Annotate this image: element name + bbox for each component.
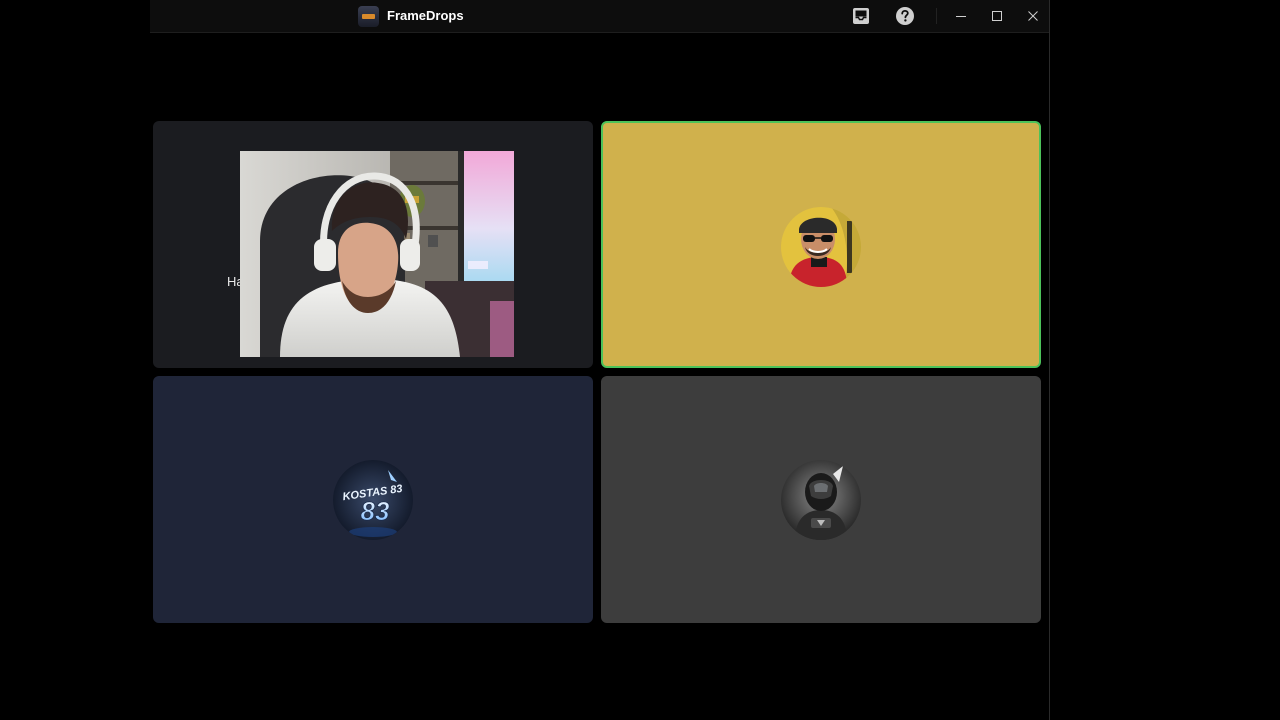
inbox-icon — [853, 8, 869, 24]
participant-avatar — [781, 460, 861, 540]
title-bar[interactable]: FrameDrops — [150, 0, 1049, 33]
inbox-button[interactable] — [851, 6, 871, 26]
help-icon — [896, 7, 914, 25]
help-button[interactable] — [895, 6, 915, 26]
close-button[interactable] — [1022, 6, 1044, 26]
participant-tile-speaking[interactable] — [601, 121, 1041, 368]
close-icon — [1028, 11, 1038, 21]
participant-tile-video[interactable]: Ha — [153, 121, 593, 368]
framedrops-logo-icon — [358, 6, 379, 27]
maximize-button[interactable] — [986, 6, 1008, 26]
participant-avatar — [781, 207, 861, 287]
webcam-video-feed — [240, 151, 514, 357]
maximize-icon — [992, 11, 1002, 21]
minimize-button[interactable] — [950, 6, 972, 26]
participant-tile[interactable] — [601, 376, 1041, 623]
titlebar-separator — [936, 8, 937, 24]
app-window: FrameDrops Ha KOSTAS 83 83 — [150, 0, 1050, 720]
app-title: FrameDrops — [387, 8, 464, 23]
participant-avatar: KOSTAS 83 83 — [333, 460, 413, 540]
avatar-text-83: 83 — [361, 496, 390, 526]
participant-tile[interactable]: KOSTAS 83 83 — [153, 376, 593, 623]
minimize-icon — [956, 16, 966, 17]
